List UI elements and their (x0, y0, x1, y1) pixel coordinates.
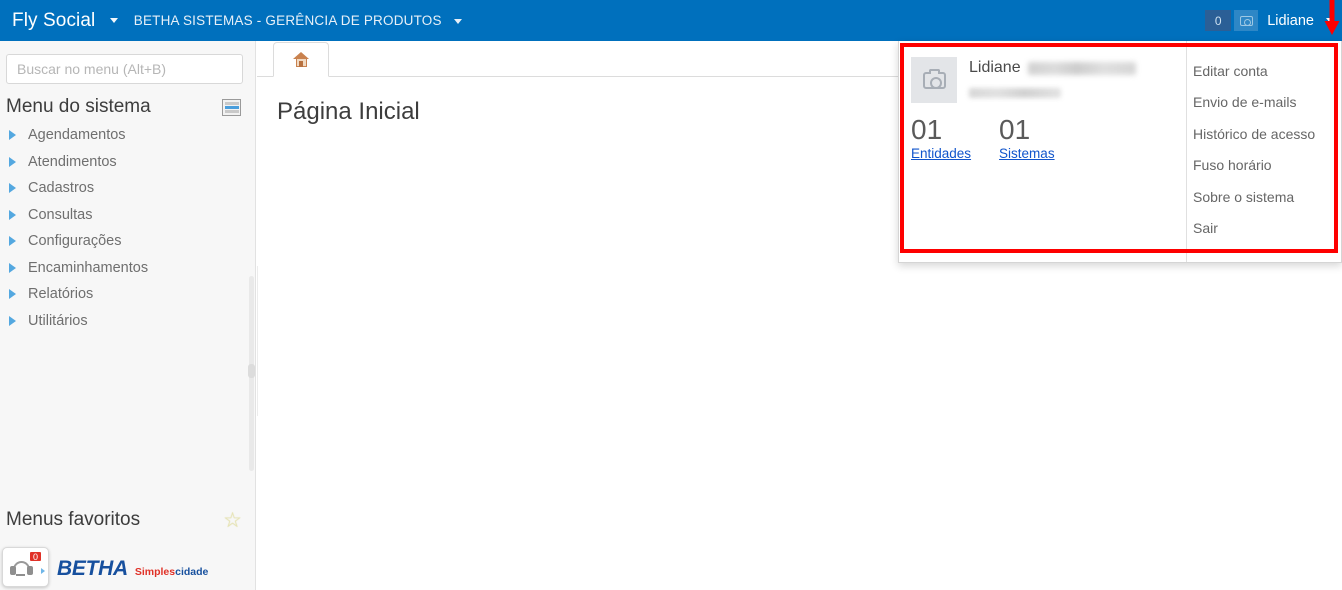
sidebar-item-label: Cadastros (28, 180, 95, 197)
favorites-header: Menus favoritos ☆ (0, 509, 256, 531)
betha-logo-name: BETHA (57, 557, 128, 580)
expand-arrow-icon (41, 568, 45, 574)
sidebar-item-label: Configurações (28, 233, 122, 250)
sidebar-item-label: Consultas (28, 206, 93, 223)
sidebar-item-label: Atendimentos (28, 153, 117, 170)
user-identity-row: Lidiane (911, 57, 1186, 103)
headset-mic (16, 573, 25, 576)
sidebar-item-configuracoes[interactable]: Configurações (0, 228, 255, 255)
stat-value: 01 (999, 114, 1031, 145)
star-icon[interactable]: ☆ (223, 510, 242, 531)
triangle-right-icon (9, 236, 16, 247)
stat-link-entidades[interactable]: Entidades (911, 146, 971, 161)
sidebar-item-label: Agendamentos (28, 127, 126, 144)
user-last-name-redacted (1027, 61, 1136, 75)
notification-count-badge[interactable]: 0 (1205, 10, 1232, 31)
app-brand-label: Fly Social (12, 9, 96, 31)
sidebar-item-label: Encaminhamentos (28, 259, 149, 276)
sidebar: Menu do sistema Agendamentos Atendimento… (0, 41, 256, 590)
chevron-down-icon (453, 18, 462, 24)
menu-header: Menu do sistema (0, 96, 255, 118)
app-brand[interactable]: Fly Social (12, 10, 118, 32)
header-right-group: 0 Lidiane (1205, 10, 1334, 31)
list-row (224, 101, 239, 105)
user-dropdown-panel: Lidiane 01 Entidades 01 Sistemas Editar … (898, 41, 1342, 263)
sidebar-search-wrap (0, 41, 255, 84)
menu-item-historico-de-acesso[interactable]: Histórico de acesso (1188, 118, 1342, 150)
menu-item-editar-conta[interactable]: Editar conta (1188, 55, 1342, 87)
search-input[interactable] (6, 54, 243, 84)
sidebar-item-encaminhamentos[interactable]: Encaminhamentos (0, 255, 255, 282)
stat-value: 01 (911, 114, 943, 145)
camera-placeholder-icon (922, 69, 946, 89)
betha-logo: BETHA Simplescidade (57, 557, 208, 581)
user-info-pane: Lidiane 01 Entidades 01 Sistemas (899, 41, 1187, 262)
triangle-right-icon (9, 130, 16, 141)
entity-selector[interactable]: BETHA SISTEMAS - GERÊNCIA DE PRODUTOS (134, 13, 462, 28)
list-row-active (224, 105, 239, 109)
sidebar-item-relatorios[interactable]: Relatórios (0, 281, 255, 308)
menu-item-sobre-o-sistema[interactable]: Sobre o sistema (1188, 181, 1342, 213)
chevron-down-icon (109, 17, 118, 23)
menu-title: Menu do sistema (6, 96, 151, 117)
menu-item-fuso-horario[interactable]: Fuso horário (1188, 150, 1342, 182)
home-icon (292, 52, 310, 67)
sidebar-menu-list: Agendamentos Atendimentos Cadastros Cons… (0, 122, 255, 334)
triangle-right-icon (9, 209, 16, 220)
home-door (299, 61, 303, 67)
list-row (224, 109, 239, 113)
headset-icon (10, 561, 33, 576)
camera-button[interactable] (1234, 10, 1259, 31)
sidebar-item-agendamentos[interactable]: Agendamentos (0, 122, 255, 149)
stat-entidades: 01 Entidades (911, 115, 971, 163)
menu-item-sair[interactable]: Sair (1188, 213, 1342, 245)
camera-icon (1239, 15, 1253, 26)
stat-link-sistemas[interactable]: Sistemas (999, 146, 1055, 161)
user-actions-pane: Editar conta Envio de e-mails Histórico … (1188, 41, 1342, 262)
triangle-right-icon (9, 289, 16, 300)
top-header-bar: Fly Social BETHA SISTEMAS - GERÊNCIA DE … (0, 0, 1342, 41)
sidebar-item-cadastros[interactable]: Cadastros (0, 175, 255, 202)
entity-selector-label: BETHA SISTEMAS - GERÊNCIA DE PRODUTOS (133, 13, 442, 28)
triangle-right-icon (9, 315, 16, 326)
support-widget[interactable]: 0 (2, 547, 49, 587)
user-fullname-line: Lidiane (969, 59, 1136, 77)
menu-item-envio-de-emails[interactable]: Envio de e-mails (1188, 87, 1342, 119)
support-badge: 0 (29, 551, 42, 562)
sidebar-item-utilitarios[interactable]: Utilitários (0, 308, 255, 335)
headset-ear-right (27, 566, 33, 575)
sidebar-item-label: Utilitários (28, 312, 88, 329)
annotation-arrow-icon (1324, 0, 1340, 35)
betha-logo-tagline: Simplescidade (135, 566, 209, 578)
triangle-right-icon (9, 156, 16, 167)
sidebar-scrollbar[interactable] (248, 276, 255, 471)
user-names: Lidiane (969, 57, 1136, 103)
sidebar-item-label: Relatórios (28, 286, 94, 303)
user-menu-label: Lidiane (1267, 12, 1314, 29)
user-first-name: Lidiane (969, 59, 1021, 76)
tagline-second: cidade (175, 566, 209, 578)
triangle-right-icon (9, 262, 16, 273)
sidebar-item-consultas[interactable]: Consultas (0, 202, 255, 229)
stat-sistemas: 01 Sistemas (999, 115, 1055, 163)
sidebar-item-atendimentos[interactable]: Atendimentos (0, 149, 255, 176)
tagline-first: Simples (134, 566, 176, 578)
user-stats: 01 Entidades 01 Sistemas (911, 115, 1186, 163)
favorites-title: Menus favoritos (6, 509, 141, 530)
list-view-icon[interactable] (222, 98, 241, 116)
triangle-right-icon (9, 183, 16, 194)
tab-home[interactable] (273, 42, 329, 77)
content-divider (257, 266, 258, 416)
avatar[interactable] (911, 57, 957, 103)
user-email-redacted (969, 88, 1061, 98)
